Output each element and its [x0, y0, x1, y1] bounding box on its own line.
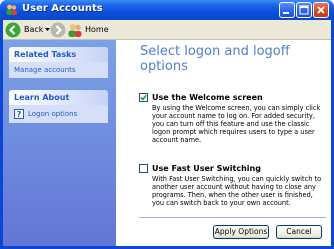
client-area: Back Home Related Tasks Manage accounts	[3, 20, 331, 246]
home-icon[interactable]	[67, 22, 83, 38]
divider	[139, 217, 326, 218]
learn-about-panel: Learn About ? Logon options	[9, 90, 108, 123]
manage-accounts-label[interactable]: Manage accounts	[14, 66, 76, 74]
page-title: Select logon and logoff options	[140, 44, 290, 74]
related-tasks-header[interactable]: Related Tasks	[9, 47, 108, 62]
back-arrow-icon[interactable]	[5, 22, 21, 38]
title-bar[interactable]: User Accounts	[0, 0, 334, 20]
fast-user-switching-checkbox[interactable]	[139, 164, 148, 173]
fast-user-switching-option: Use Fast User Switching With Fast User S…	[139, 164, 325, 207]
close-button[interactable]	[313, 2, 329, 18]
learn-about-header[interactable]: Learn About	[9, 90, 108, 105]
apply-options-button[interactable]: Apply Options	[213, 225, 269, 239]
help-icon: ?	[14, 109, 24, 119]
close-icon	[317, 6, 325, 14]
toolbar: Back Home	[3, 20, 331, 40]
svg-text:?: ?	[17, 110, 22, 119]
minimize-icon	[283, 12, 289, 14]
minimize-button[interactable]	[279, 2, 295, 18]
window-title: User Accounts	[22, 3, 103, 14]
logon-options-label[interactable]: Logon options	[28, 110, 77, 118]
fast-user-switching-label[interactable]: Use Fast User Switching	[152, 164, 261, 173]
logon-options-link[interactable]: ? Logon options	[14, 109, 104, 119]
home-button[interactable]: Home	[85, 25, 109, 34]
maximize-button[interactable]	[296, 2, 312, 18]
manage-accounts-link[interactable]: Manage accounts	[14, 66, 104, 74]
main-content: Select logon and logoff options Use the …	[116, 40, 331, 246]
cancel-button[interactable]: Cancel	[276, 225, 322, 239]
user-accounts-icon	[6, 4, 17, 15]
welcome-screen-label[interactable]: Use the Welcome screen	[152, 93, 263, 102]
maximize-icon	[299, 5, 309, 15]
welcome-screen-checkbox[interactable]	[139, 93, 148, 102]
welcome-screen-option: Use the Welcome screen By using the Welc…	[139, 93, 325, 144]
user-accounts-window: User Accounts Back Home Related Tasks Ma…	[0, 0, 334, 249]
checkmark-icon	[140, 94, 147, 101]
welcome-screen-description: By using the Welcome screen, you can sim…	[152, 104, 321, 144]
task-pane: Related Tasks Manage accounts Learn Abou…	[3, 40, 116, 246]
related-tasks-panel: Related Tasks Manage accounts	[9, 47, 108, 78]
fast-user-switching-description: With Fast User Switching, you can quickl…	[152, 175, 322, 207]
back-button[interactable]: Back	[24, 25, 43, 34]
forward-arrow-icon[interactable]	[50, 22, 66, 38]
